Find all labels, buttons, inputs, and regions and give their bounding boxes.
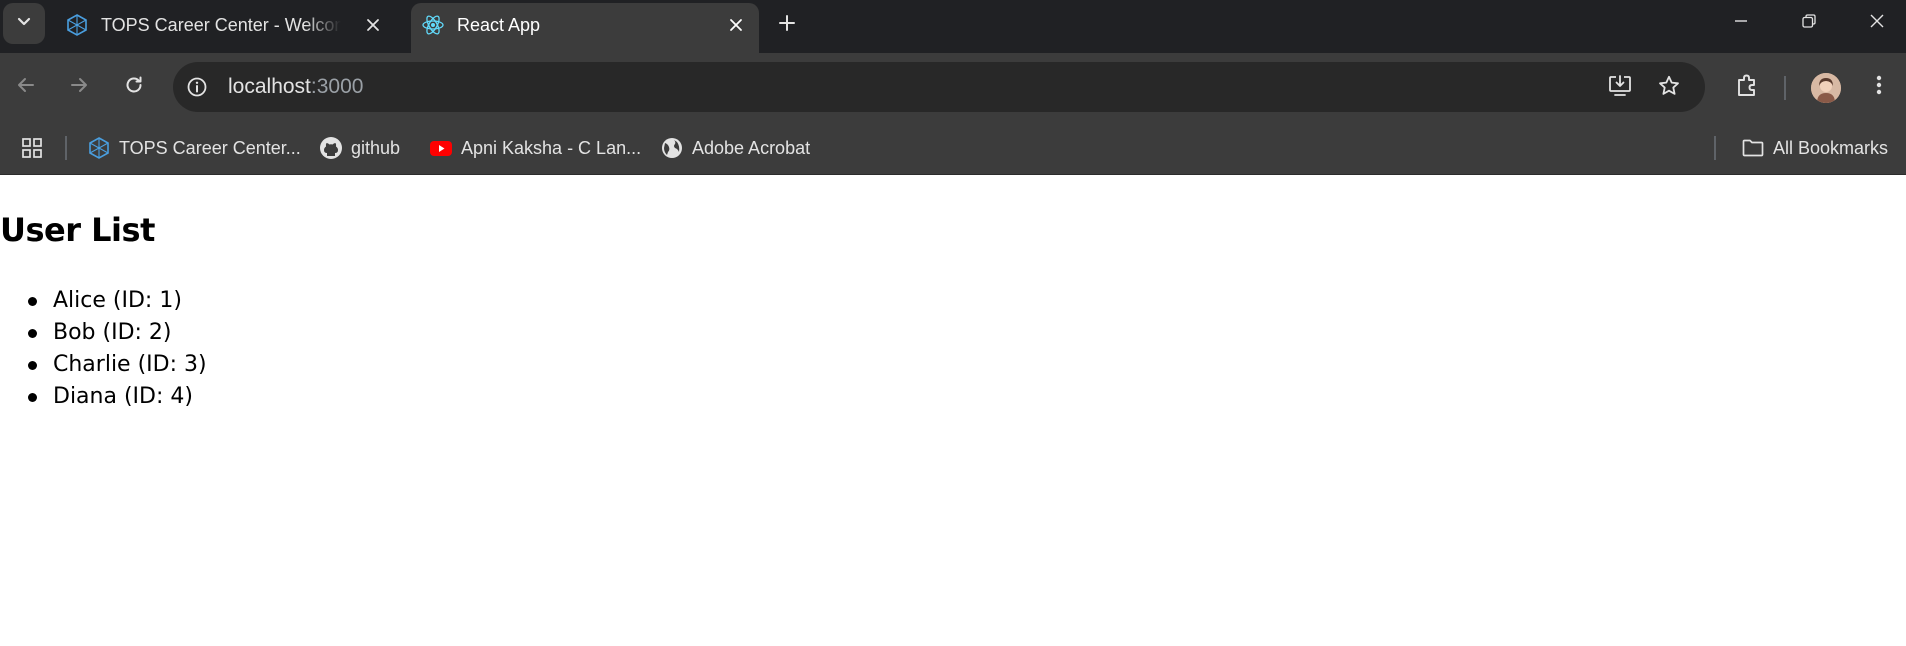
restore-button[interactable] (1775, 0, 1843, 46)
globe-icon (660, 136, 684, 160)
arrow-left-icon (15, 74, 37, 101)
bookmark-star-button[interactable] (1654, 73, 1684, 103)
minimize-icon (1733, 13, 1749, 34)
plus-icon (778, 14, 796, 37)
apps-button[interactable] (20, 131, 44, 165)
minimize-button[interactable] (1707, 0, 1775, 46)
bookmarks-divider (65, 136, 67, 160)
all-bookmarks-label: All Bookmarks (1773, 137, 1889, 158)
bookmark-label: TOPS Career Center... (119, 137, 301, 158)
extensions-button[interactable] (1729, 69, 1765, 105)
bookmark-tops-career-center[interactable]: TOPS Career Center... (87, 131, 301, 165)
reload-button[interactable] (116, 69, 152, 105)
close-icon (1869, 13, 1885, 34)
puzzle-piece-icon (1734, 72, 1760, 103)
reload-icon (123, 74, 145, 101)
tab-strip: TOPS Career Center - Welcome React App (0, 0, 1906, 53)
user-list-item: Diana (ID: 4) (0, 381, 207, 413)
github-icon (319, 136, 343, 160)
tops-logo-icon (87, 136, 111, 160)
user-list: Alice (ID: 1) Bob (ID: 2) Charlie (ID: 3… (0, 285, 207, 413)
bookmark-github[interactable]: github (319, 131, 400, 165)
close-tab-icon[interactable] (725, 14, 747, 36)
new-tab-button[interactable] (772, 10, 802, 40)
restore-icon (1801, 13, 1817, 34)
install-app-icon (1607, 73, 1633, 104)
site-info-icon[interactable] (185, 75, 209, 99)
chevron-down-icon (16, 13, 32, 34)
tops-logo-icon (65, 13, 89, 37)
url-text[interactable]: localhost:3000 (228, 75, 363, 99)
tab-search-button[interactable] (3, 3, 45, 44)
close-window-button[interactable] (1843, 0, 1906, 46)
youtube-icon (429, 136, 453, 160)
bookmark-apni-kaksha[interactable]: Apni Kaksha - C Lan... (429, 131, 641, 165)
back-button[interactable] (8, 69, 44, 105)
forward-button[interactable] (61, 69, 97, 105)
chrome-menu-button[interactable] (1861, 69, 1897, 105)
user-list-item: Bob (ID: 2) (0, 317, 207, 349)
tab-title: TOPS Career Center - Welcome (101, 15, 341, 35)
apps-grid-icon (20, 136, 44, 160)
all-bookmarks-button[interactable]: All Bookmarks (1741, 131, 1888, 165)
react-logo-icon (421, 13, 445, 37)
arrow-right-icon (68, 74, 90, 101)
toolbar-divider (1784, 76, 1786, 100)
page-title: User List (0, 211, 155, 249)
user-list-item: Alice (ID: 1) (0, 285, 207, 317)
bookmark-adobe-acrobat[interactable]: Adobe Acrobat (660, 131, 810, 165)
folder-icon (1741, 136, 1765, 160)
bookmarks-bar: TOPS Career Center... github Apni Kaksha… (0, 122, 1906, 175)
tab-title: React App (457, 15, 541, 35)
address-bar[interactable]: localhost:3000 (173, 62, 1705, 112)
profile-avatar[interactable] (1811, 73, 1841, 103)
user-list-item: Charlie (ID: 3) (0, 349, 207, 381)
bookmarks-divider (1714, 136, 1716, 160)
url-port: :3000 (310, 75, 364, 98)
url-host: localhost (228, 75, 311, 98)
bookmark-label: Apni Kaksha - C Lan... (461, 137, 642, 158)
install-app-button[interactable] (1605, 73, 1635, 103)
star-icon (1657, 74, 1681, 103)
close-tab-icon[interactable] (362, 14, 384, 36)
browser-toolbar: localhost:3000 (0, 53, 1906, 122)
page-content: User List Alice (ID: 1) Bob (ID: 2) Char… (0, 175, 1906, 646)
bookmark-label: github (351, 137, 401, 158)
tab-react-app[interactable]: React App (411, 3, 759, 53)
tab-tops-career-center[interactable]: TOPS Career Center - Welcome (55, 3, 410, 53)
bookmark-label: Adobe Acrobat (692, 137, 811, 158)
more-vertical-icon (1875, 73, 1883, 102)
